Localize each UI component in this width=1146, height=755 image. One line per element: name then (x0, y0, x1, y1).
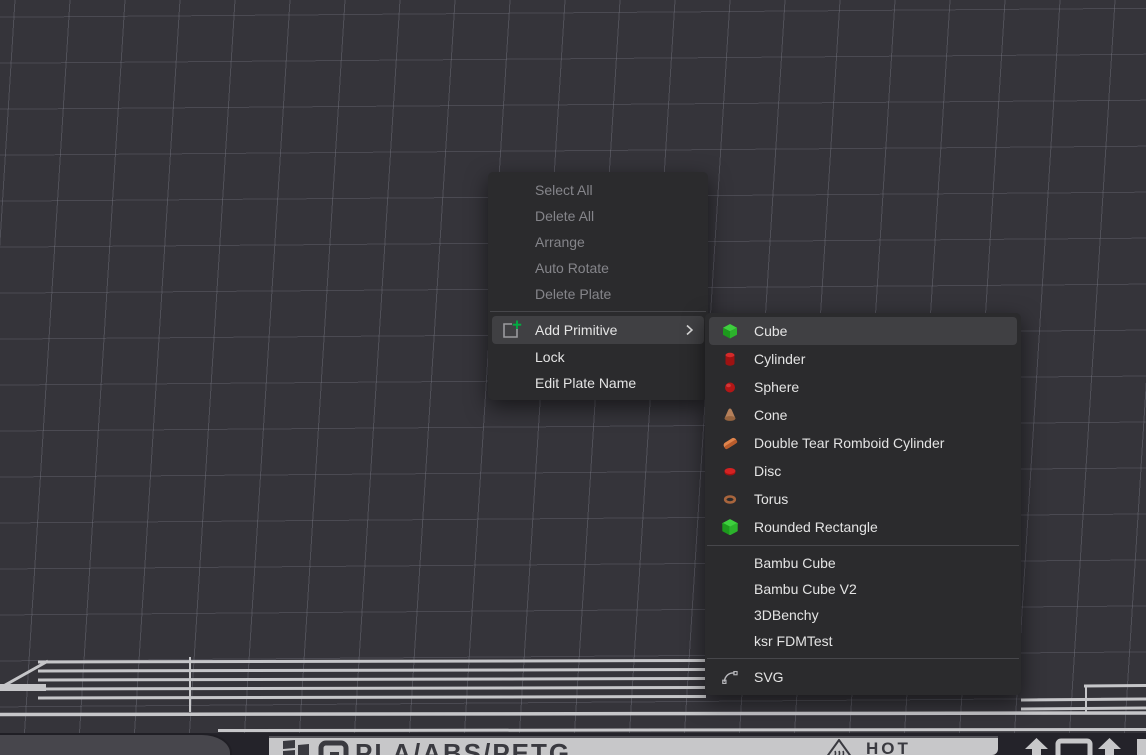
submenu-item-sphere[interactable]: Sphere (709, 373, 1017, 401)
torus-icon (722, 491, 738, 507)
cylinder-icon (722, 351, 738, 367)
submenu-item-label: Cone (754, 407, 787, 423)
submenu-item-label: ksr FDMTest (754, 633, 833, 649)
arrow-up-icon (1096, 738, 1123, 755)
plate-marking-strip: PLA/ABS/PETG HOT (269, 736, 998, 755)
cube-icon (722, 323, 738, 339)
sphere-icon (722, 379, 738, 395)
bambu-logo-icon (283, 740, 310, 755)
submenu-item-rounded-rectangle[interactable]: Rounded Rectangle (709, 513, 1017, 541)
add-primitive-submenu: Cube Cylinder Sphere Cone (705, 313, 1021, 695)
menu-separator (707, 545, 1019, 546)
menu-item-label: Add Primitive (535, 322, 617, 338)
submenu-item-double-tear-romboid-cylinder[interactable]: Double Tear Romboid Cylinder (709, 429, 1017, 457)
menu-item-label: Arrange (535, 234, 585, 250)
menu-item-delete-all: Delete All (492, 203, 704, 229)
svg-curve-icon (722, 669, 738, 685)
submenu-item-label: Cube (754, 323, 787, 339)
submenu-item-label: Bambu Cube V2 (754, 581, 857, 597)
submenu-item-torus[interactable]: Torus (709, 485, 1017, 513)
menu-item-arrange: Arrange (492, 229, 704, 255)
menu-item-lock[interactable]: Lock (492, 344, 704, 370)
submenu-item-label: Disc (754, 463, 781, 479)
menu-item-edit-plate-name[interactable]: Edit Plate Name (492, 370, 704, 396)
hot-label: HOT (866, 739, 911, 755)
add-primitive-icon (500, 319, 524, 341)
menu-separator (707, 658, 1019, 659)
plate-badge-icon (318, 740, 350, 755)
menu-item-select-all: Select All (492, 177, 704, 203)
submenu-item-label: Sphere (754, 379, 799, 395)
menu-item-label: Lock (535, 349, 565, 365)
submenu-item-3dbenchy[interactable]: 3DBenchy (709, 602, 1017, 628)
menu-item-label: Select All (535, 182, 593, 198)
menu-separator (490, 311, 706, 312)
submenu-item-label: Bambu Cube (754, 555, 836, 571)
submenu-item-label: SVG (754, 669, 784, 685)
arrow-up-icon (1023, 738, 1050, 755)
submenu-item-label: Rounded Rectangle (754, 519, 878, 535)
menu-item-delete-plate: Delete Plate (492, 281, 704, 307)
romboid-cylinder-icon (722, 435, 738, 451)
submenu-item-ksr-fdmtest[interactable]: ksr FDMTest (709, 628, 1017, 654)
disc-icon (722, 463, 738, 479)
submenu-item-label: Cylinder (754, 351, 805, 367)
hot-warning-icon (825, 739, 853, 755)
submenu-item-bambu-cube-v2[interactable]: Bambu Cube V2 (709, 576, 1017, 602)
menu-item-add-primitive[interactable]: Add Primitive (492, 316, 704, 344)
submenu-item-disc[interactable]: Disc (709, 457, 1017, 485)
submenu-item-cylinder[interactable]: Cylinder (709, 345, 1017, 373)
submenu-item-label: 3DBenchy (754, 607, 819, 623)
submenu-item-svg[interactable]: SVG (709, 663, 1017, 691)
menu-item-auto-rotate: Auto Rotate (492, 255, 704, 281)
menu-item-label: Delete Plate (535, 286, 611, 302)
cone-icon (722, 407, 738, 423)
menu-item-label: Delete All (535, 208, 594, 224)
plate-marking-text: PLA/ABS/PETG (355, 738, 571, 755)
plate-name-tab[interactable] (0, 733, 232, 755)
submenu-item-label: Torus (754, 491, 788, 507)
chevron-right-icon (686, 325, 693, 336)
plate-edge-corner (1137, 739, 1146, 755)
submenu-item-cone[interactable]: Cone (709, 401, 1017, 429)
plate-context-menu: Select All Delete All Arrange Auto Rotat… (488, 172, 708, 400)
submenu-item-cube[interactable]: Cube (709, 317, 1017, 345)
submenu-item-label: Double Tear Romboid Cylinder (754, 435, 944, 451)
plate-front-glyphs (1018, 736, 1146, 755)
plate-rect-icon (1055, 738, 1093, 755)
menu-item-label: Auto Rotate (535, 260, 609, 276)
submenu-item-bambu-cube[interactable]: Bambu Cube (709, 550, 1017, 576)
menu-item-label: Edit Plate Name (535, 375, 636, 391)
rounded-rectangle-icon (722, 519, 738, 535)
